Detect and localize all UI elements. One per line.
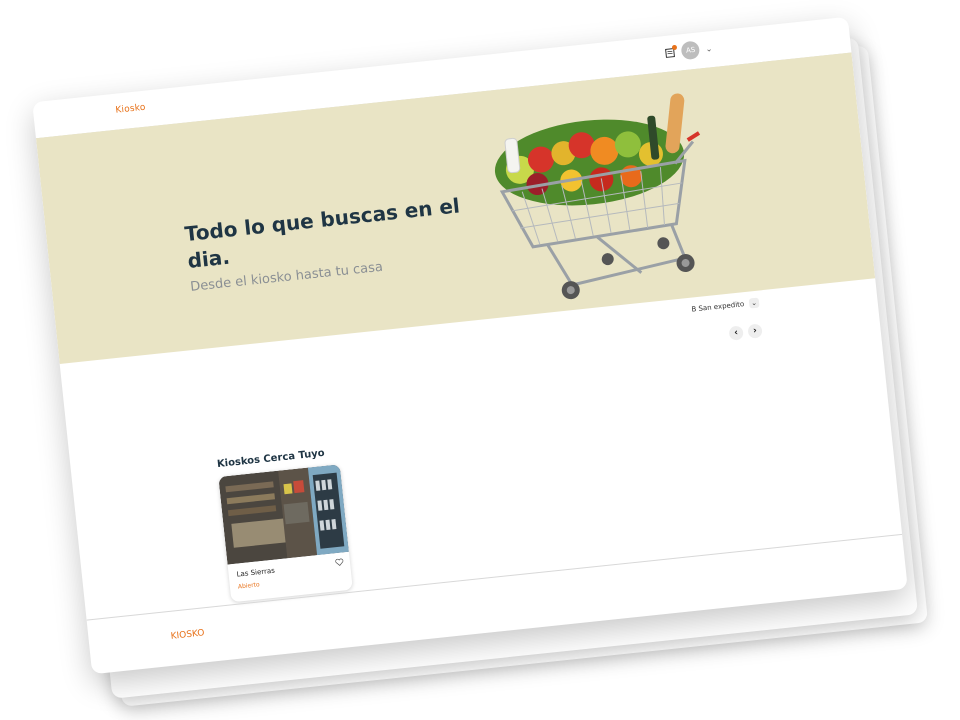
location-label: B San expedito xyxy=(691,300,745,314)
kiosk-name: Las Sierras xyxy=(236,566,276,579)
logo[interactable]: Kiosko xyxy=(115,103,146,116)
nav-right: AS ⌄ xyxy=(664,39,713,62)
kiosk-status: Abierto xyxy=(237,581,260,591)
prev-arrow-button[interactable]: ‹ xyxy=(728,325,744,341)
location-selector[interactable]: B San expedito ⌄ xyxy=(691,297,760,315)
shopping-cart-image xyxy=(494,93,701,300)
orders-icon[interactable] xyxy=(664,44,678,58)
chevron-down-icon[interactable]: ⌄ xyxy=(748,297,760,309)
heart-icon[interactable] xyxy=(335,557,345,567)
main-page: Kiosko AS ⌄ Todo lo que buscas en el dia… xyxy=(32,16,908,675)
carousel-arrows: ‹ › xyxy=(728,323,763,341)
next-arrow-button[interactable]: › xyxy=(747,323,763,339)
hero-title: Todo lo que buscas en el dia. xyxy=(183,193,461,273)
footer-logo[interactable]: KIOSKO xyxy=(170,628,205,641)
avatar[interactable]: AS xyxy=(680,40,701,61)
stage: Kiosko AS ⌄ Todo lo que buscas en el dia… xyxy=(0,0,960,720)
kiosk-image xyxy=(218,464,349,565)
chevron-down-icon[interactable]: ⌄ xyxy=(705,44,713,54)
kiosk-card[interactable]: Las Sierras Abierto xyxy=(218,464,353,603)
notification-dot xyxy=(671,44,678,50)
